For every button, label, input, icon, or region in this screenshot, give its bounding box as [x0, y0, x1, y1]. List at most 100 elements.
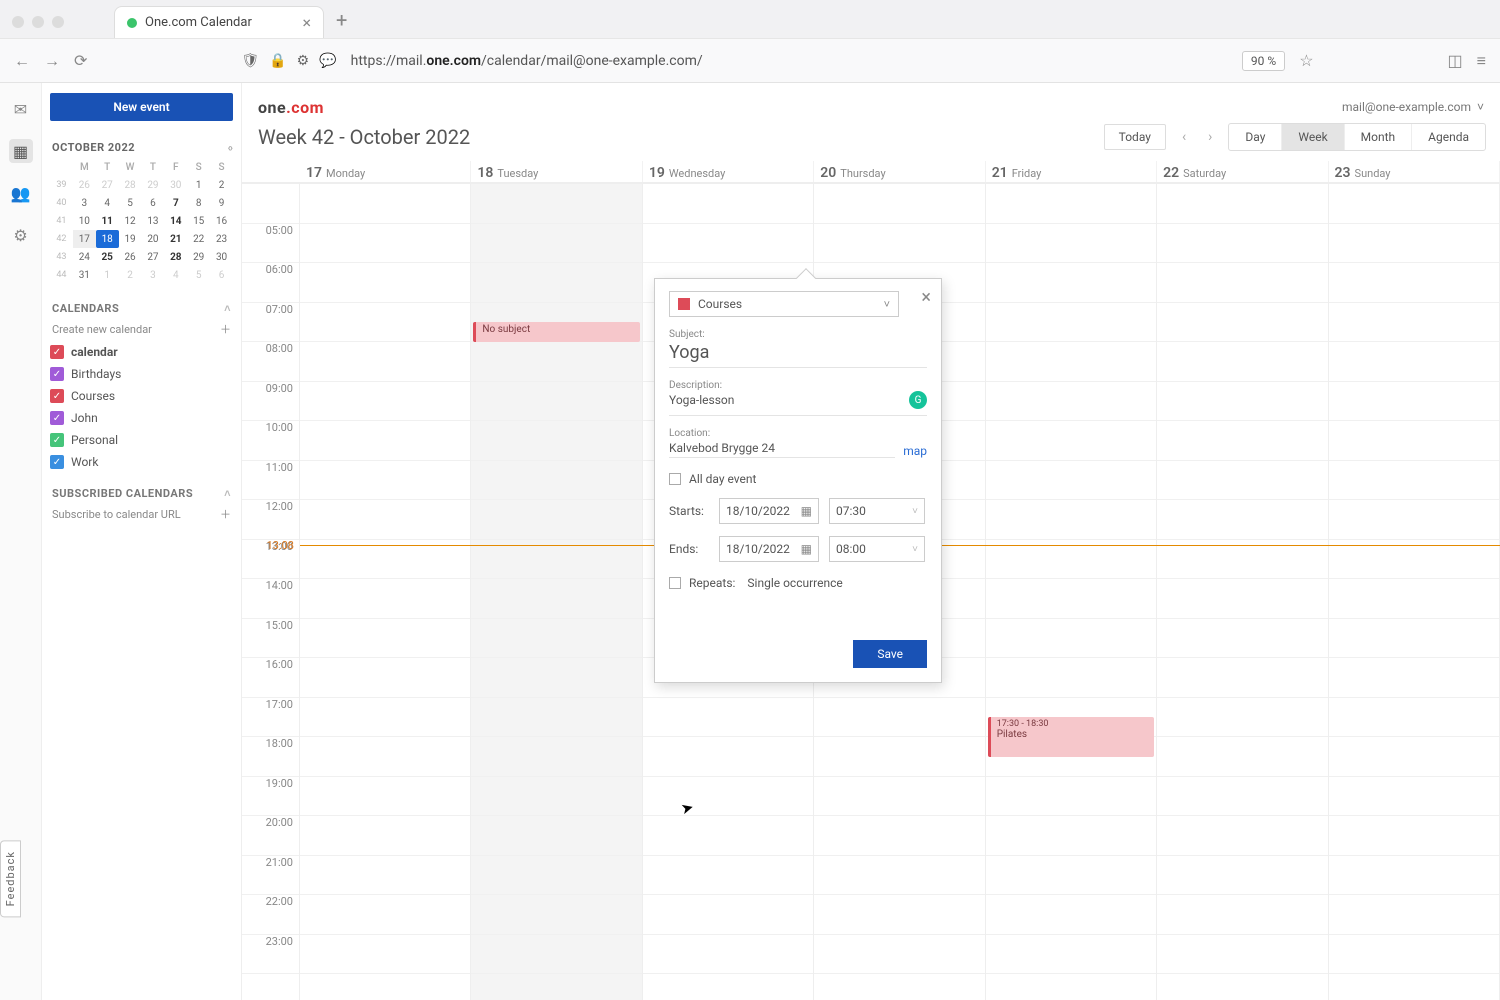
create-calendar[interactable]: Create new calendar ＋: [52, 321, 231, 337]
bookmark-icon[interactable]: ☆: [1299, 51, 1313, 70]
mini-day[interactable]: 20: [142, 230, 165, 248]
view-segmented[interactable]: DayWeekMonthAgenda: [1228, 123, 1486, 151]
mini-day[interactable]: 11: [96, 212, 119, 230]
location-input[interactable]: [669, 439, 895, 458]
minimize-window-icon[interactable]: [32, 16, 44, 28]
today-button[interactable]: Today: [1104, 124, 1166, 150]
allday-checkbox[interactable]: [669, 473, 681, 485]
reload-button[interactable]: ⟳: [74, 51, 87, 70]
mini-day[interactable]: 9: [210, 194, 233, 212]
calendar-item[interactable]: ✓ Birthdays: [50, 367, 233, 381]
mini-day[interactable]: 12: [119, 212, 142, 230]
shield-icon[interactable]: 🛡: [241, 53, 259, 69]
mini-day[interactable]: 2: [119, 266, 142, 284]
new-event-button[interactable]: New event: [50, 93, 233, 121]
zoom-level[interactable]: 90 %: [1242, 51, 1285, 71]
calendar-checkbox[interactable]: ✓: [50, 367, 64, 381]
mini-day[interactable]: 28: [164, 248, 187, 266]
mini-day[interactable]: 29: [142, 176, 165, 194]
mini-day[interactable]: 4: [96, 194, 119, 212]
reader-icon[interactable]: 💬: [319, 53, 336, 69]
url-display[interactable]: https://mail.one.com/calendar/mail@one-e…: [351, 53, 703, 69]
mini-day[interactable]: 28: [119, 176, 142, 194]
mini-calendar[interactable]: MTWTFSS392627282930124034567894110111213…: [50, 158, 233, 284]
calendar-checkbox[interactable]: ✓: [50, 433, 64, 447]
day-column[interactable]: No subject: [471, 184, 642, 1000]
mini-day[interactable]: 26: [73, 176, 96, 194]
mini-day[interactable]: 8: [187, 194, 210, 212]
end-time-select[interactable]: 08:00 ˅: [829, 536, 925, 562]
mini-day[interactable]: 2: [210, 176, 233, 194]
browser-tab[interactable]: One.com Calendar ×: [114, 6, 324, 38]
calendar-select[interactable]: Courses ˅: [669, 291, 899, 317]
prev-week-button[interactable]: ‹: [1176, 129, 1192, 145]
mini-day[interactable]: 19: [119, 230, 142, 248]
mini-day[interactable]: 10: [73, 212, 96, 230]
day-column[interactable]: [1157, 184, 1328, 1000]
forward-button[interactable]: →: [44, 51, 60, 71]
mini-day[interactable]: 3: [142, 266, 165, 284]
calendar-checkbox[interactable]: ✓: [50, 389, 64, 403]
mini-day[interactable]: 18: [96, 230, 119, 248]
mini-day[interactable]: 4: [164, 266, 187, 284]
calendar-checkbox[interactable]: ✓: [50, 345, 64, 359]
mini-day[interactable]: 30: [164, 176, 187, 194]
day-column[interactable]: [300, 184, 471, 1000]
view-week[interactable]: Week: [1282, 124, 1344, 150]
description-input[interactable]: [669, 391, 909, 409]
window-controls[interactable]: [12, 16, 64, 28]
calendar-picker-icon[interactable]: ▦: [801, 542, 812, 556]
pocket-icon[interactable]: ◫: [1448, 51, 1463, 70]
mini-day[interactable]: 23: [210, 230, 233, 248]
start-date-input[interactable]: 18/10/2022 ▦: [719, 498, 819, 524]
lock-icon[interactable]: 🔒: [269, 53, 286, 69]
mini-day[interactable]: 24: [73, 248, 96, 266]
mini-day[interactable]: 29: [187, 248, 210, 266]
subscribe-calendar[interactable]: Subscribe to calendar URL ＋: [52, 506, 231, 522]
calendar-item[interactable]: ✓ Work: [50, 455, 233, 469]
menu-icon[interactable]: ≡: [1477, 51, 1486, 71]
next-week-button[interactable]: ›: [1202, 129, 1218, 145]
mini-day[interactable]: 1: [96, 266, 119, 284]
view-day[interactable]: Day: [1229, 124, 1282, 150]
mini-day[interactable]: 3: [73, 194, 96, 212]
mini-day[interactable]: 6: [210, 266, 233, 284]
mini-day[interactable]: 7: [164, 194, 187, 212]
save-button[interactable]: Save: [853, 640, 927, 668]
grammarly-icon[interactable]: G: [909, 391, 927, 409]
mini-day[interactable]: 27: [96, 176, 119, 194]
calendar-item[interactable]: ✓ John: [50, 411, 233, 425]
contacts-icon[interactable]: 👥: [9, 181, 33, 205]
close-window-icon[interactable]: [12, 16, 24, 28]
event-block[interactable]: 17:30 - 18:30Pilates: [988, 717, 1154, 757]
end-date-input[interactable]: 18/10/2022 ▦: [719, 536, 819, 562]
day-column[interactable]: 17:30 - 18:30Pilates: [986, 184, 1157, 1000]
calendar-picker-icon[interactable]: ▦: [801, 504, 812, 518]
close-tab-icon[interactable]: ×: [302, 13, 311, 32]
mini-day[interactable]: 17: [73, 230, 96, 248]
repeats-checkbox[interactable]: [669, 577, 681, 589]
mini-day[interactable]: 5: [187, 266, 210, 284]
subject-input[interactable]: [669, 340, 927, 368]
mini-day[interactable]: 15: [187, 212, 210, 230]
maximize-window-icon[interactable]: [52, 16, 64, 28]
mini-day[interactable]: 26: [119, 248, 142, 266]
view-month[interactable]: Month: [1345, 124, 1412, 150]
allday-row[interactable]: All day event: [669, 472, 927, 486]
event-block[interactable]: No subject: [473, 322, 639, 342]
mini-day[interactable]: 14: [164, 212, 187, 230]
calendar-item[interactable]: ✓ Courses: [50, 389, 233, 403]
calendar-item[interactable]: ✓ calendar: [50, 345, 233, 359]
calendar-checkbox[interactable]: ✓: [50, 411, 64, 425]
close-icon[interactable]: ×: [921, 287, 931, 308]
calendar-item[interactable]: ✓ Personal: [50, 433, 233, 447]
mini-day[interactable]: 5: [119, 194, 142, 212]
settings-icon[interactable]: ⚙: [9, 223, 33, 247]
view-agenda[interactable]: Agenda: [1412, 124, 1485, 150]
mini-day[interactable]: 31: [73, 266, 96, 284]
new-tab-button[interactable]: +: [336, 8, 347, 32]
subscribed-section-header[interactable]: SUBSCRIBED CALENDARS ˄: [52, 487, 231, 500]
calendar-checkbox[interactable]: ✓: [50, 455, 64, 469]
calendars-section-header[interactable]: CALENDARS ˄: [52, 302, 231, 315]
mini-day[interactable]: 6: [142, 194, 165, 212]
